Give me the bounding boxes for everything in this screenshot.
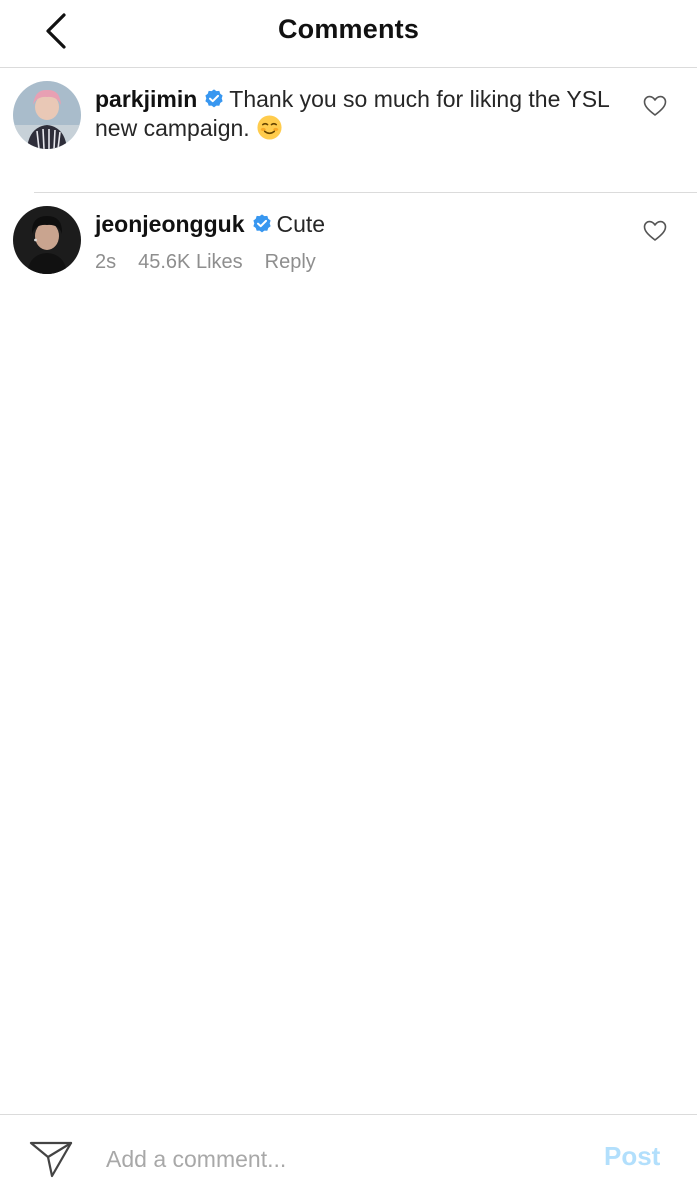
comment-text-block: parkjimin Thank you so much for liking t…	[95, 85, 615, 143]
comment-input[interactable]	[106, 1140, 576, 1178]
avatar-image	[13, 81, 81, 149]
heart-icon	[643, 95, 667, 116]
comment-text: Cute	[276, 211, 326, 237]
avatar-image	[13, 206, 81, 274]
like-comment-button[interactable]	[641, 217, 669, 245]
like-comment-button[interactable]	[641, 92, 669, 120]
comment-meta: 2s 45.6K Likes Reply	[95, 251, 338, 274]
comment-timestamp: 2s	[95, 251, 117, 273]
comments-screen: Comments parkjimin Thank you so much for…	[0, 0, 697, 1200]
heart-icon	[643, 220, 667, 241]
comment-username[interactable]: jeonjeongguk	[95, 211, 245, 237]
verified-badge-icon	[205, 89, 223, 108]
comment-text-block: jeonjeongguk Cute	[95, 210, 615, 239]
avatar[interactable]	[13, 206, 81, 274]
paper-plane-icon	[29, 1141, 73, 1178]
reply-button[interactable]: Reply	[265, 251, 316, 273]
avatar[interactable]	[13, 81, 81, 149]
comment-item: parkjimin Thank you so much for liking t…	[0, 68, 697, 192]
comment-likes-link[interactable]: 45.6K Likes	[138, 251, 243, 273]
page-title: Comments	[277, 14, 420, 44]
share-button[interactable]	[27, 1135, 75, 1183]
smiling-face-emoji-icon	[257, 115, 282, 140]
comment-username[interactable]: parkjimin	[95, 86, 197, 112]
header-bar: Comments	[0, 0, 697, 68]
verified-badge-icon	[252, 214, 271, 233]
comment-item: jeonjeongguk Cute 2s 45.6K Likes Reply	[0, 193, 697, 303]
comment-composer: Post	[0, 1114, 697, 1200]
post-button[interactable]: Post	[604, 1141, 660, 1172]
